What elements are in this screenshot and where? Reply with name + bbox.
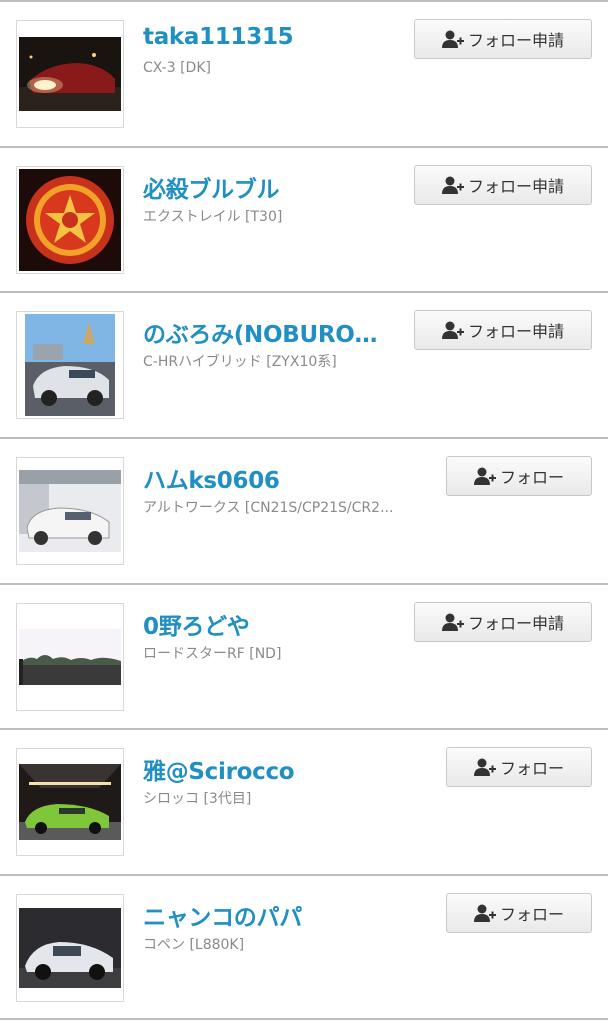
user-name[interactable]: 雅@Scirocco — [143, 752, 294, 786]
user-name[interactable]: 0野ろどや — [143, 607, 250, 641]
follow-button[interactable]: フォロー — [446, 893, 592, 934]
follow-button[interactable]: フォロー — [446, 747, 592, 788]
user-thumbnail[interactable] — [16, 748, 124, 857]
add-user-icon — [473, 757, 496, 777]
user-row: ニャンコのパパ コペン [L880K] フォロー — [0, 874, 608, 1020]
follow-button-label: フォロー申請 — [467, 322, 564, 342]
follow-button-label: フォロー申請 — [467, 31, 564, 50]
add-user-icon — [441, 175, 464, 195]
follow-button-label: フォロー — [499, 468, 564, 488]
user-list: taka111315 CX-3 [DK] フォロー申請 必殺ブルブル エクストレ… — [0, 0, 608, 1020]
follow-button-label: フォロー申請 — [467, 613, 564, 633]
user-name[interactable]: ハムks0606 — [143, 461, 280, 495]
add-user-icon — [441, 320, 464, 340]
user-car: コペン [L880K] — [143, 937, 245, 954]
user-car: シロッコ [3代目] — [143, 791, 252, 808]
user-car: アルトワークス [CN21S/CP21S/CR2... — [143, 500, 394, 517]
follow-request-button[interactable]: フォロー申請 — [414, 310, 592, 351]
follow-request-button[interactable]: フォロー申請 — [414, 601, 592, 642]
add-user-icon — [473, 903, 496, 923]
user-name[interactable]: のぶろみ(NOBUROM... — [143, 315, 398, 349]
user-row: taka111315 CX-3 [DK] フォロー申請 — [0, 0, 608, 146]
user-car: ロードスターRF [ND] — [143, 645, 282, 662]
user-thumbnail[interactable] — [16, 311, 124, 420]
user-car: C-HRハイブリッド [ZYX10系] — [143, 354, 337, 371]
follow-button-label: フォロー申請 — [467, 176, 564, 196]
user-thumbnail[interactable] — [16, 165, 124, 274]
user-car: エクストレイル [T30] — [143, 208, 283, 225]
follow-button[interactable]: フォロー — [446, 456, 592, 497]
add-user-icon — [441, 29, 464, 49]
follow-request-button[interactable]: フォロー申請 — [414, 164, 592, 205]
follow-request-button[interactable]: フォロー申請 — [414, 19, 592, 59]
user-row: のぶろみ(NOBUROM... C-HRハイブリッド [ZYX10系] フォロー… — [0, 291, 608, 438]
user-thumbnail[interactable] — [16, 457, 124, 566]
user-thumbnail[interactable] — [16, 602, 124, 711]
user-name[interactable]: ニャンコのパパ — [143, 898, 302, 932]
user-row: ハムks0606 アルトワークス [CN21S/CP21S/CR2... フォロ… — [0, 437, 608, 583]
add-user-icon — [473, 466, 496, 486]
user-name[interactable]: taka111315 — [143, 24, 293, 50]
follow-button-label: フォロー — [499, 905, 564, 925]
user-row: 雅@Scirocco シロッコ [3代目] フォロー — [0, 728, 608, 875]
follow-button-label: フォロー — [499, 759, 564, 779]
user-row: 0野ろどや ロードスターRF [ND] フォロー申請 — [0, 582, 608, 729]
user-row: 必殺ブルブル エクストレイル [T30] フォロー申請 — [0, 145, 608, 292]
user-thumbnail[interactable] — [16, 20, 124, 128]
user-car: CX-3 [DK] — [143, 60, 211, 76]
user-name[interactable]: 必殺ブルブル — [143, 170, 279, 204]
user-thumbnail[interactable] — [16, 894, 124, 1003]
add-user-icon — [441, 612, 464, 632]
